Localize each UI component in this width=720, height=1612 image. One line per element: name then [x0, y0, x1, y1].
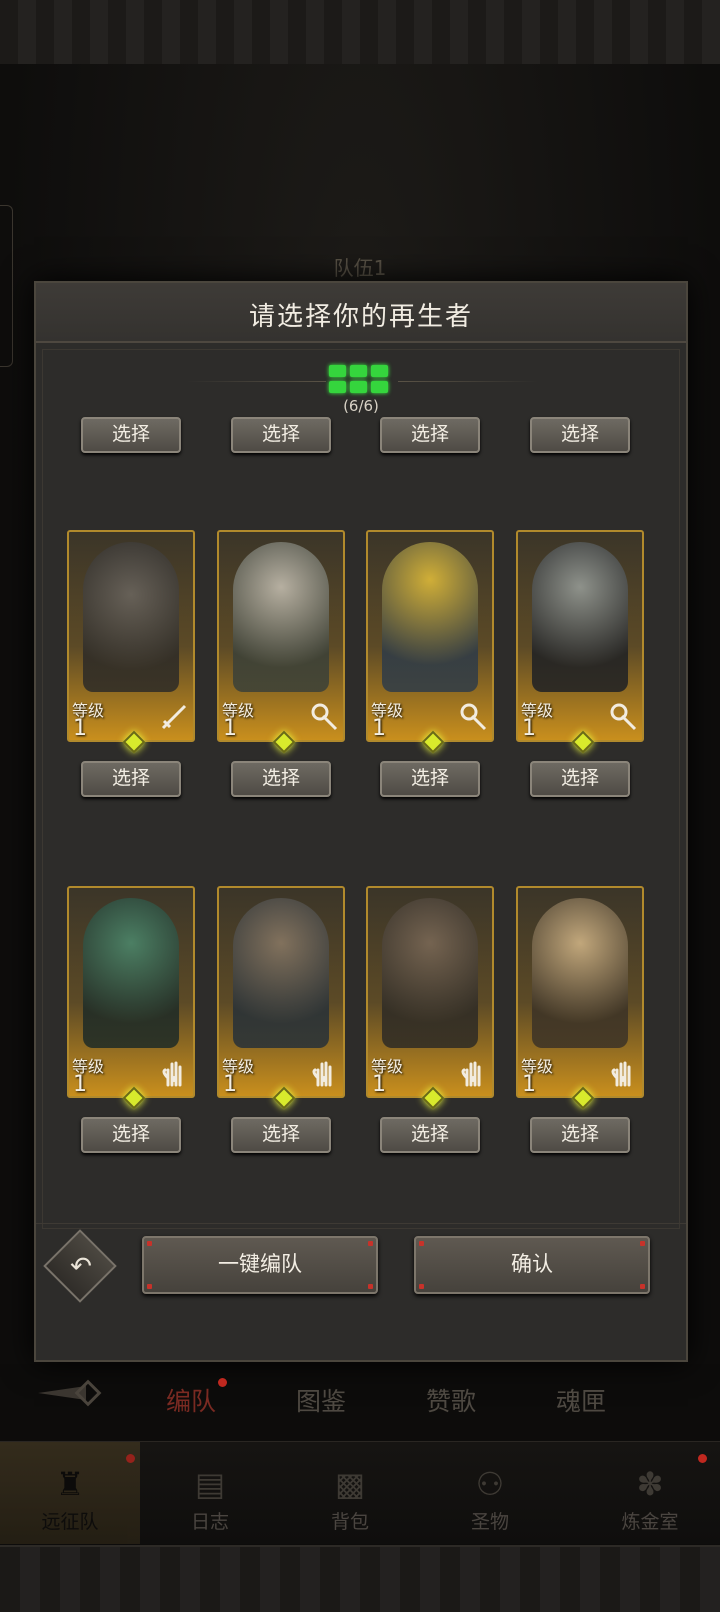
- nav-label: 圣物: [470, 1511, 509, 1533]
- hand-icon: [611, 1061, 631, 1087]
- hero-card[interactable]: 等级 1: [67, 886, 195, 1098]
- tab-codex[interactable]: 图鉴: [296, 1382, 346, 1418]
- hero-card[interactable]: 等级 1: [217, 530, 345, 742]
- nav-expedition[interactable]: ♜ 远征队: [0, 1442, 140, 1544]
- hand-icon: [162, 1061, 182, 1087]
- select-button-row1-2[interactable]: 选择: [231, 761, 331, 797]
- select-button-row2-3[interactable]: 选择: [380, 1117, 480, 1153]
- hero-card[interactable]: 等级 1: [516, 886, 644, 1098]
- modal-header: 请选择你的再生者: [36, 283, 686, 343]
- hand-icon: [461, 1061, 481, 1087]
- background-team-label: 队伍1: [333, 256, 387, 280]
- divider-right: [398, 381, 538, 382]
- select-button-row1-4[interactable]: 选择: [530, 761, 630, 797]
- notification-dot: [218, 1378, 227, 1387]
- alchemy-icon: ✽: [636, 1465, 664, 1503]
- bottom-ornament-band: [0, 1545, 720, 1612]
- hero-card[interactable]: 等级 1: [366, 886, 494, 1098]
- confirm-label: 确认: [511, 1252, 553, 1276]
- hero-portrait: [382, 542, 478, 692]
- hand-icon: [312, 1061, 332, 1087]
- hero-card[interactable]: 等级 1: [217, 886, 345, 1098]
- staff-icon: [460, 703, 487, 731]
- level-value: 1: [223, 1072, 237, 1097]
- notification-dot: [698, 1454, 707, 1463]
- auto-team-label: 一键编队: [218, 1252, 302, 1276]
- confirm-button[interactable]: 确认: [414, 1236, 650, 1294]
- hero-portrait: [83, 898, 179, 1048]
- select-button-top-2[interactable]: 选择: [231, 417, 331, 453]
- level-value: 1: [223, 716, 237, 741]
- hero-card[interactable]: 等级 1: [67, 530, 195, 742]
- select-button-row1-3[interactable]: 选择: [380, 761, 480, 797]
- nav-alchemy[interactable]: ✽ 炼金室: [580, 1442, 720, 1544]
- level-value: 1: [372, 1072, 386, 1097]
- sword-icon: [161, 704, 187, 730]
- level-value: 1: [522, 1072, 536, 1097]
- select-button-row2-2[interactable]: 选择: [231, 1117, 331, 1153]
- select-button-top-1[interactable]: 选择: [81, 417, 181, 453]
- bottom-nav: ♜ 远征队 ▤ 日志 ▩ 背包 ⚇ 圣物 ✽ 炼金室: [0, 1441, 720, 1544]
- footer-divider: [36, 1223, 686, 1224]
- auto-team-button[interactable]: 一键编队: [142, 1236, 378, 1294]
- hero-card[interactable]: 等级 1: [366, 530, 494, 742]
- select-button-row2-1[interactable]: 选择: [81, 1117, 181, 1153]
- nav-label: 远征队: [41, 1511, 99, 1533]
- hero-portrait: [83, 542, 179, 692]
- modal-title: 请选择你的再生者: [248, 302, 473, 332]
- select-button-row2-4[interactable]: 选择: [530, 1117, 630, 1153]
- hero-portrait: [382, 898, 478, 1048]
- nav-backpack[interactable]: ▩ 背包: [280, 1442, 420, 1544]
- select-button-top-4[interactable]: 选择: [530, 417, 630, 453]
- level-value: 1: [372, 716, 386, 741]
- scroll-icon: ▤: [194, 1465, 226, 1503]
- nav-relic[interactable]: ⚇ 圣物: [420, 1442, 560, 1544]
- hero-portrait: [532, 898, 628, 1048]
- staff-icon: [311, 703, 338, 731]
- hero-card[interactable]: 等级 1: [516, 530, 644, 742]
- sub-tab-bar: 编队 图鉴 赞歌 魂匣: [0, 1360, 720, 1430]
- nav-label: 炼金室: [621, 1511, 679, 1533]
- tab-soul-box[interactable]: 魂匣: [556, 1382, 606, 1418]
- level-value: 1: [73, 716, 87, 741]
- divider-left: [186, 381, 326, 382]
- notification-dot: [126, 1454, 135, 1463]
- staff-icon: [610, 703, 637, 731]
- backpack-icon: ▩: [334, 1465, 366, 1503]
- level-value: 1: [522, 716, 536, 741]
- level-value: 1: [73, 1072, 87, 1097]
- nav-label: 背包: [330, 1511, 369, 1533]
- select-button-row1-1[interactable]: 选择: [81, 761, 181, 797]
- tab-formation[interactable]: 编队: [166, 1382, 216, 1418]
- hero-portrait: [233, 898, 329, 1048]
- side-handle: [0, 205, 13, 367]
- helmet-icon: ♜: [55, 1465, 85, 1503]
- undo-icon: ↶: [70, 1252, 92, 1282]
- hero-select-modal: 请选择你的再生者 (6/6) 选择 选择 选择 选择 等级 1 等级 1 等级 …: [34, 281, 688, 1362]
- hero-portrait: [532, 542, 628, 692]
- nav-label: 日志: [190, 1511, 229, 1533]
- select-button-top-3[interactable]: 选择: [380, 417, 480, 453]
- hero-portrait: [233, 542, 329, 692]
- back-arrow-icon[interactable]: [36, 1378, 106, 1408]
- nav-journal[interactable]: ▤ 日志: [140, 1442, 280, 1544]
- tab-hymn[interactable]: 赞歌: [426, 1382, 476, 1418]
- top-ornament-band: [0, 0, 720, 66]
- chalice-icon: ⚇: [475, 1465, 505, 1503]
- team-count-text: (6/6): [343, 397, 379, 415]
